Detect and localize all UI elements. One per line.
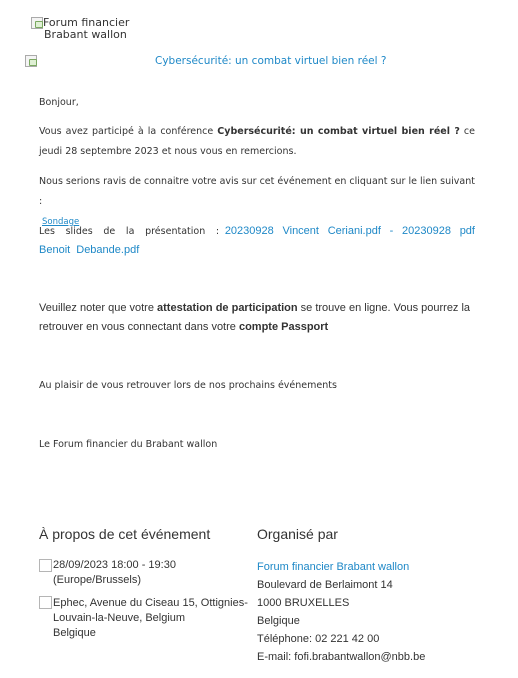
participation-paragraph: Vous avez participé à la conférence Cybe…	[39, 122, 475, 162]
logo-alt-line2: Brabant wallon	[44, 28, 127, 41]
banner-title: Cybersécurité: un combat virtuel bien ré…	[155, 55, 387, 67]
signature: Le Forum financier du Brabant wallon	[39, 439, 218, 450]
location-line1: Ephec, Avenue du Ciseau 15, Ottignies-	[53, 597, 248, 609]
banner-image: Cybersécurité: un combat virtuel bien ré…	[25, 55, 485, 74]
p4-text-a: Veuillez noter que votre	[39, 302, 158, 314]
passport-text: compte Passport	[238, 321, 329, 333]
attestation-text: attestation de participation	[157, 302, 298, 314]
organizer-phone: Téléphone: 02 221 42 00	[257, 633, 380, 645]
event-location: Ephec, Avenue du Ciseau 15, Ottignies- L…	[53, 596, 248, 641]
event-heading: À propos de cet événement	[39, 526, 211, 542]
organizer-heading: Organisé par	[257, 526, 338, 542]
event-date: 28/09/2023 18:00 - 19:30 (Europe/Brussel…	[53, 558, 176, 588]
event-date-line1: 28/09/2023 18:00 - 19:30	[53, 559, 176, 571]
location-line3: Belgique	[53, 627, 96, 639]
conference-title: Cybersécurité: un combat virtuel bien ré…	[217, 126, 460, 137]
organizer-city: 1000 BRUXELLES	[257, 597, 350, 609]
greeting: Bonjour,	[39, 97, 79, 108]
organizer-link[interactable]: Forum financier Brabant wallon	[257, 561, 409, 573]
organizer-country: Belgique	[257, 615, 300, 627]
logo-image: Forum financier Brabant wallon	[31, 17, 151, 41]
organizer-block: Forum financier Brabant wallon Boulevard…	[257, 558, 425, 666]
organizer-address: Boulevard de Berlaimont 14	[257, 579, 393, 591]
location-line2: Louvain-la-Neuve, Belgium	[53, 612, 186, 624]
slides-paragraph: Les slides de la présentation : 20230928…	[39, 222, 475, 260]
closing-paragraph: Au plaisir de vous retrouver lors de nos…	[39, 380, 337, 391]
location-icon	[39, 596, 52, 609]
certificate-paragraph: Veuillez noter que votre attestation de …	[39, 299, 475, 337]
event-timezone: (Europe/Brussels)	[53, 574, 142, 586]
survey-text: Nous serions ravis de connaitre votre av…	[39, 176, 475, 207]
broken-image-icon	[25, 55, 37, 67]
organizer-email: E-mail: fofi.brabantwallon@nbb.be	[257, 651, 426, 663]
calendar-icon	[39, 559, 52, 572]
broken-image-icon	[31, 17, 43, 29]
p1-text-start: Vous avez participé à la conférence	[39, 126, 218, 137]
slides-label: Les slides de la présentation :	[39, 226, 220, 237]
